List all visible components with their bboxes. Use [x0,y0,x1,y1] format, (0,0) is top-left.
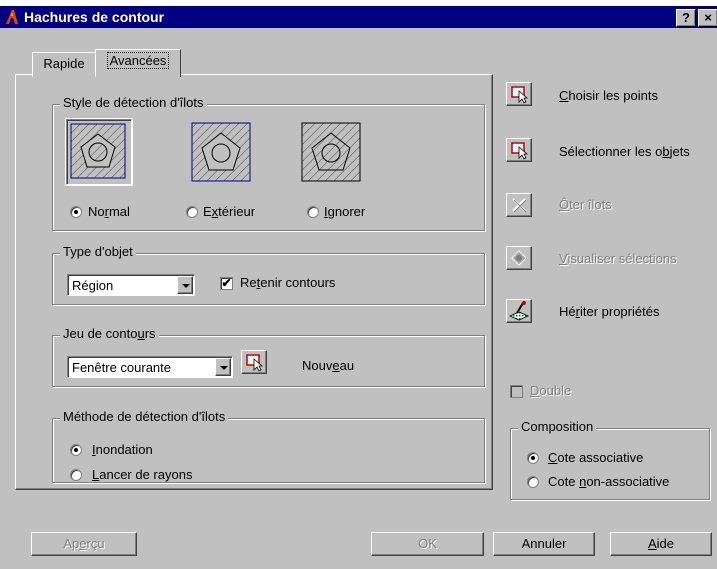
associative-radio-dot [531,456,535,460]
object-type-select[interactable]: Région [67,274,195,296]
normal-radio-label[interactable]: Normal [88,204,130,220]
boundary-set-select[interactable]: Fenêtre courante [67,356,233,378]
inherit-properties-button[interactable] [506,299,532,323]
chevron-down-icon[interactable] [215,358,231,376]
detection-method-group-label: Méthode de détection d'îlots [60,409,229,425]
view-selections-icon [511,250,527,266]
ignore-style-preview[interactable] [300,121,366,187]
outer-style-preview[interactable] [190,121,256,187]
ray-casting-radio[interactable] [70,469,82,481]
cancel-button[interactable]: Annuler [493,532,595,556]
object-type-value: Région [72,278,114,293]
inherit-properties-label[interactable]: Hériter propriétés [559,304,659,320]
new-boundary-set-button[interactable] [241,350,267,374]
boundary-set-group-label: Jeu de contours [60,326,159,342]
tab-rapide[interactable]: Rapide [32,52,96,77]
object-type-group-label: Type d'objet [60,244,136,260]
inherit-properties-icon [509,301,529,321]
associative-radio-label[interactable]: Cote associative [548,450,643,466]
ray-casting-radio-label[interactable]: Lancer de rayons [92,467,192,483]
close-title-button[interactable]: × [698,9,717,27]
window-title: Hachures de contour [24,9,165,25]
remove-islands-icon [512,198,527,213]
pick-points-icon [511,86,529,104]
non-associative-radio[interactable] [527,476,539,488]
island-style-group-label: Style de détection d'îlots [60,95,207,111]
flood-radio[interactable] [70,444,82,456]
double-checkbox[interactable] [510,385,523,398]
ignore-hatch-icon [301,122,361,182]
associative-radio[interactable] [527,452,539,464]
ignore-radio-label[interactable]: Ignorer [324,204,365,220]
help-button[interactable]: Aide [610,532,712,556]
pick-points-button[interactable] [506,82,532,106]
remove-islands-label[interactable]: Ôter îlots [559,197,612,213]
boundary-set-value: Fenêtre courante [72,360,172,375]
non-associative-radio-label[interactable]: Cote non-associative [548,474,669,490]
normal-radio[interactable] [70,206,82,218]
normal-hatch-icon [70,123,126,179]
outer-radio[interactable] [186,206,198,218]
double-label[interactable]: Double [530,383,571,399]
composition-group-label: Composition [518,419,597,435]
help-title-button[interactable]: ? [676,9,696,27]
tab-avancees[interactable]: Avancées [95,49,181,77]
ok-button[interactable]: OK [371,532,484,556]
view-selections-button[interactable] [506,246,532,270]
chevron-down-icon[interactable] [177,276,193,294]
select-objects-icon [511,142,529,160]
select-objects-label[interactable]: Sélectionner les objets [559,144,690,160]
retain-boundaries-label[interactable]: Retenir contours [240,275,335,291]
normal-style-preview[interactable] [65,118,133,186]
preview-button[interactable]: Aperçu [31,532,137,556]
select-objects-button[interactable] [506,138,532,162]
new-boundary-set-label: Nouveau [302,358,355,373]
retain-boundaries-checkbox[interactable]: ✔ [220,277,233,290]
pick-points-icon [246,354,264,372]
outer-radio-label[interactable]: Extérieur [203,204,255,220]
flood-radio-dot [74,448,78,452]
tab-avancees-label: Avancées [106,52,170,69]
view-selections-label[interactable]: Visualiser sélections [559,251,677,267]
ignore-radio[interactable] [307,206,319,218]
flood-radio-label[interactable]: Inondation [92,442,153,458]
autocad-app-icon [6,10,18,24]
normal-radio-dot [74,210,78,214]
remove-islands-button[interactable] [506,193,532,217]
outer-hatch-icon [191,122,251,182]
pick-points-label[interactable]: Choisir les points [559,88,658,104]
